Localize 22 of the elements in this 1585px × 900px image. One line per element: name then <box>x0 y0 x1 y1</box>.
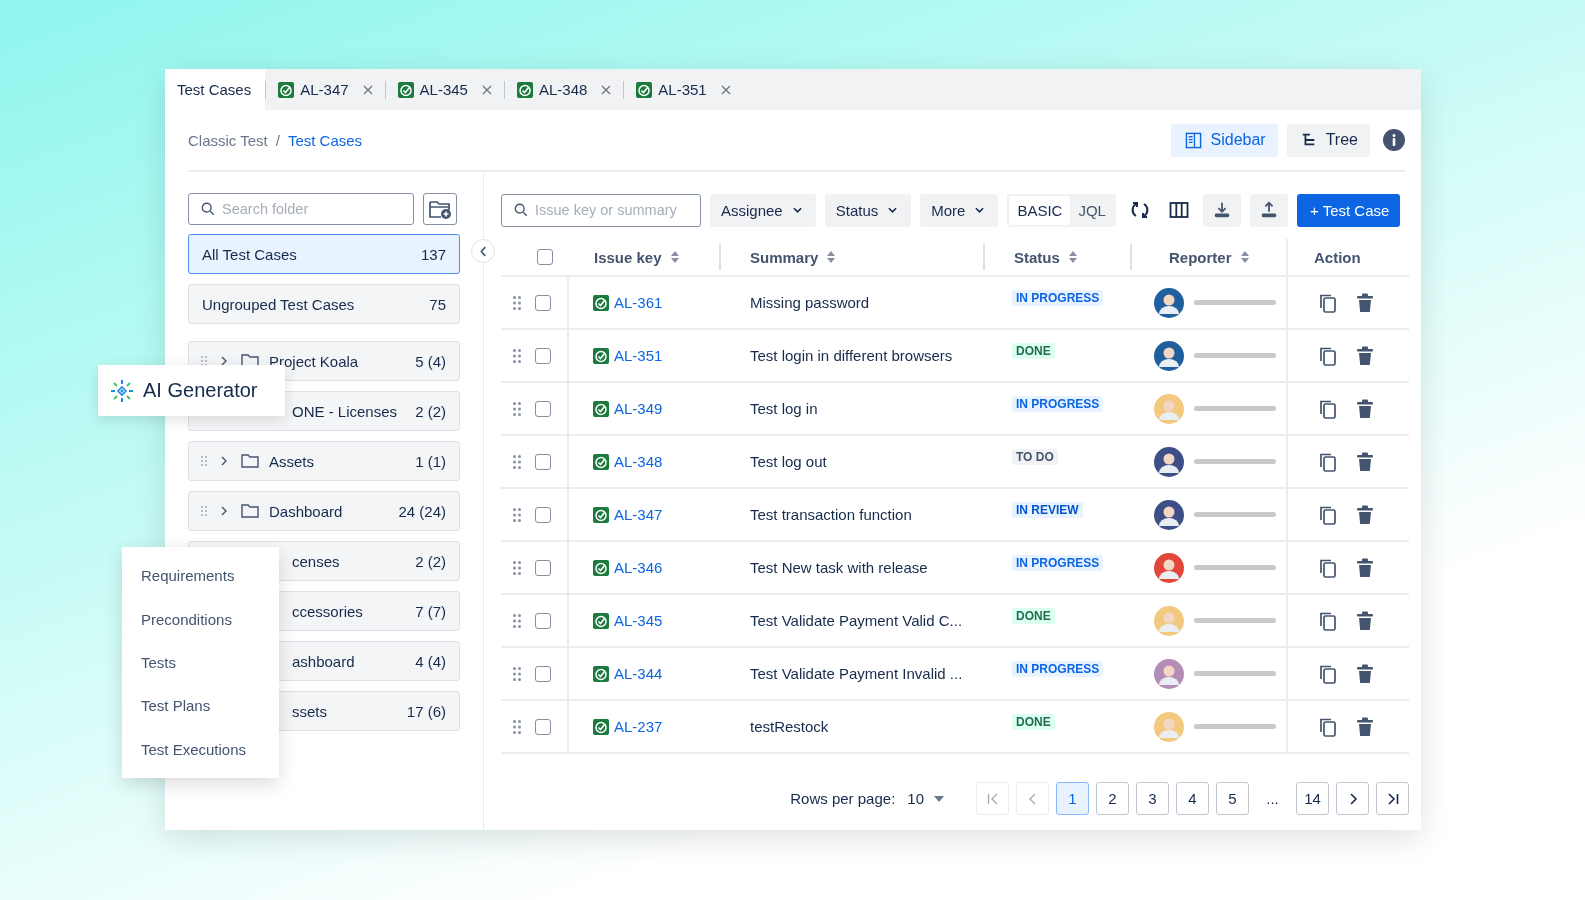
status-lozenge: IN PROGRESS <box>1012 396 1104 412</box>
summary-text: Missing password <box>750 294 870 311</box>
page-ellipsis: ... <box>1265 790 1280 807</box>
status-lozenge: IN PROGRESS <box>1012 555 1104 571</box>
status-lozenge: IN REVIEW <box>1012 502 1083 518</box>
summary-text: Test New task with release <box>750 559 928 576</box>
status-lozenge: IN PROGRESS <box>1012 290 1104 306</box>
status-lozenge: TO DO <box>1012 449 1058 465</box>
summary-text: Test Validate Payment Invalid ... <box>750 665 963 682</box>
status-lozenge: DONE <box>1012 343 1055 359</box>
status-lozenge: IN PROGRESS <box>1012 661 1104 677</box>
summary-text: Test login in different browsers <box>750 347 953 364</box>
summary-text: testRestock <box>750 718 829 735</box>
column-header: Action <box>1314 248 1361 266</box>
status-lozenge: DONE <box>1012 608 1055 624</box>
summary-text: Test log out <box>750 453 827 470</box>
summary-text: Test log in <box>750 400 818 417</box>
summary-text: Test Validate Payment Valid C... <box>750 612 963 629</box>
summary-text: Test transaction function <box>750 506 912 523</box>
status-lozenge: DONE <box>1012 714 1055 730</box>
rows-per-page-label: Rows per page: <box>790 790 896 807</box>
breadcrumb-separator: / <box>275 131 280 149</box>
